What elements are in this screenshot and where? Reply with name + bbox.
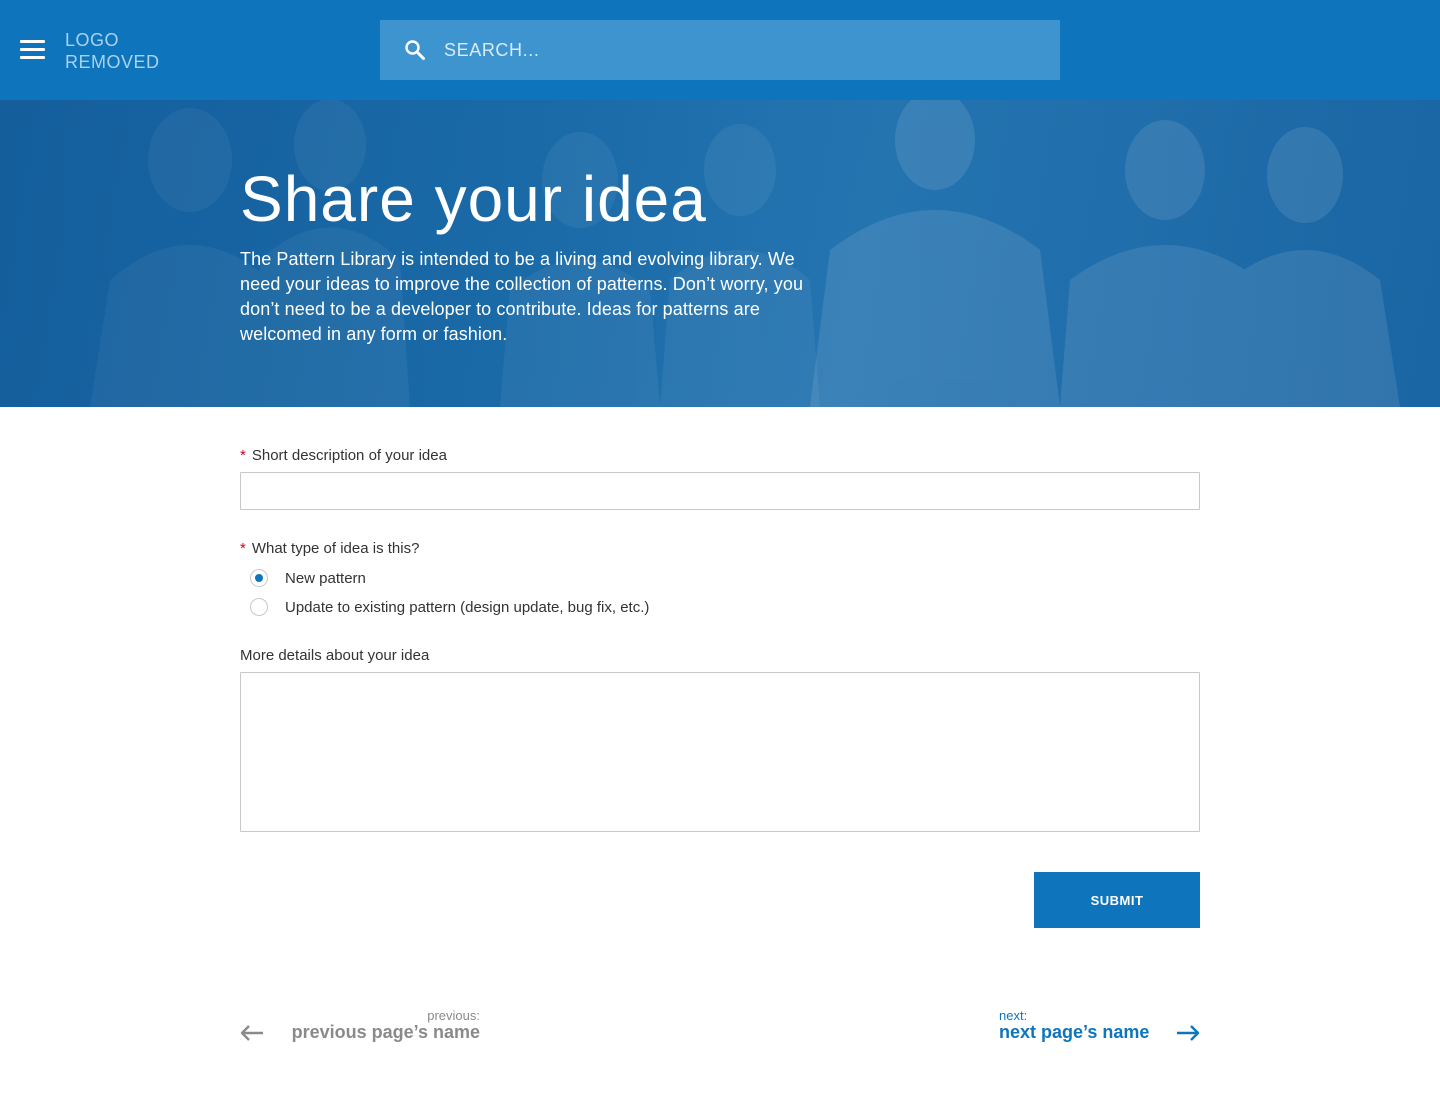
- radio-button[interactable]: [250, 598, 268, 616]
- arrow-right-icon: [1176, 1024, 1200, 1047]
- required-marker: *: [240, 540, 246, 557]
- details-textarea[interactable]: [240, 672, 1200, 832]
- next-page-name: next page’s name: [999, 1022, 1150, 1042]
- radio-button-selected[interactable]: [250, 569, 268, 587]
- radio-label: Update to existing pattern (design updat…: [285, 598, 650, 616]
- logo-line-1: LOGO: [65, 30, 120, 50]
- radio-label: New pattern: [285, 569, 366, 587]
- next-label: next:: [999, 1008, 1028, 1023]
- search-icon[interactable]: [404, 39, 426, 61]
- arrow-left-icon: [240, 1024, 264, 1047]
- hero-description: The Pattern Library is intended to be a …: [240, 249, 804, 344]
- radio-option-new-pattern[interactable]: New pattern: [250, 568, 366, 588]
- idea-type-label-text: What type of idea is this?: [251, 540, 420, 557]
- search-input[interactable]: [444, 20, 1044, 80]
- required-marker: *: [240, 447, 246, 464]
- short-description-input[interactable]: [240, 472, 1200, 510]
- previous-page-name: previous page’s name: [291, 1022, 480, 1042]
- previous-page-link[interactable]: previous: previous page’s name: [240, 1008, 480, 1048]
- short-description-label: * Short description of your idea: [240, 447, 447, 464]
- logo-line-2: REMOVED: [65, 52, 160, 72]
- hero-banner: Share your idea The Pattern Library is i…: [0, 100, 1440, 407]
- page-title: Share your idea: [240, 163, 707, 235]
- hamburger-menu-icon[interactable]: [20, 40, 46, 60]
- next-page-link[interactable]: next: next page’s name: [999, 1008, 1200, 1048]
- logo[interactable]: LOGO REMOVED: [65, 29, 160, 73]
- radio-option-update-existing[interactable]: Update to existing pattern (design updat…: [250, 597, 649, 617]
- submit-button[interactable]: SUBMIT: [1034, 872, 1200, 928]
- previous-label: previous:: [427, 1008, 480, 1023]
- idea-type-label: * What type of idea is this?: [240, 540, 419, 557]
- details-label: More details about your idea: [240, 647, 430, 664]
- search-bar: [380, 20, 1060, 80]
- top-header: LOGO REMOVED: [0, 0, 1440, 100]
- short-description-label-text: Short description of your idea: [251, 447, 447, 464]
